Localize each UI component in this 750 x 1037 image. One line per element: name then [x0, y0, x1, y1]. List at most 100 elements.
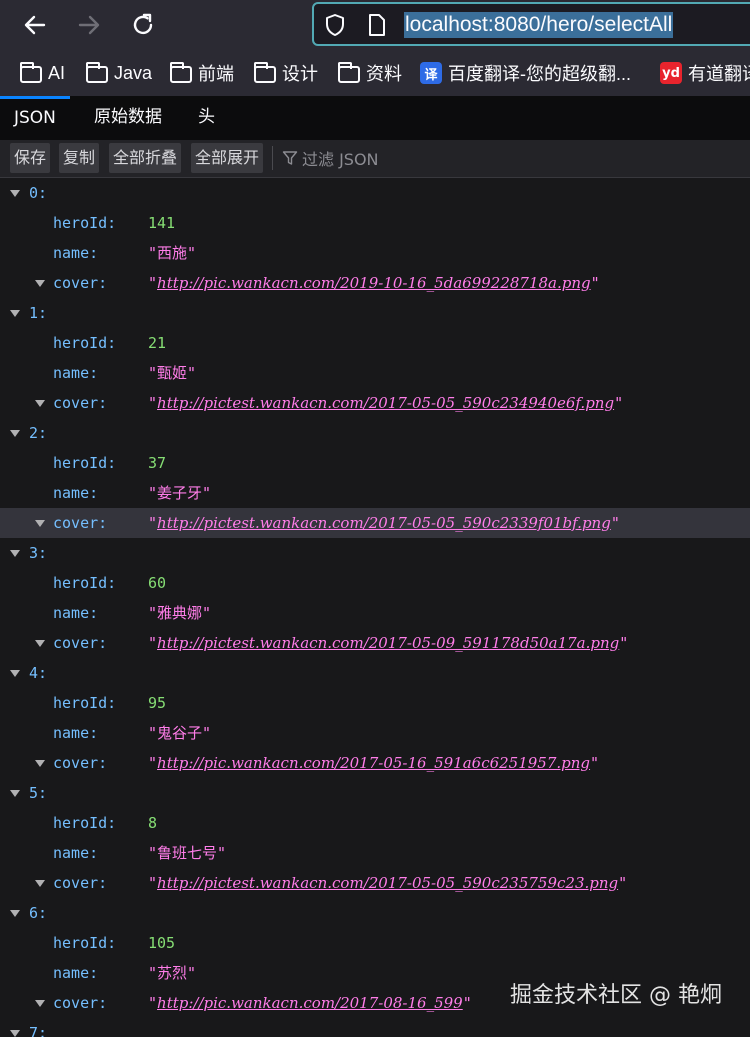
- json-property-row[interactable]: heroId: 141: [0, 208, 750, 238]
- json-array-item[interactable]: 4:: [0, 658, 750, 688]
- json-string-value: "姜子牙": [148, 484, 212, 502]
- json-key: heroId:: [53, 334, 117, 352]
- json-string-value: "http://pictest.wankacn.com/2017-05-05_5…: [148, 508, 620, 538]
- json-string-value: "http://pic.wankacn.com/2019-10-16_5da69…: [148, 268, 600, 298]
- json-array-item[interactable]: 3:: [0, 538, 750, 568]
- json-array-item[interactable]: 2:: [0, 418, 750, 448]
- json-string-value: "http://pictest.wankacn.com/2017-05-05_5…: [148, 868, 627, 898]
- cover-url-link[interactable]: http://pictest.wankacn.com/2017-05-09_59…: [157, 634, 619, 652]
- json-property-row[interactable]: name: "鬼谷子": [0, 718, 750, 748]
- quote: ": [148, 274, 158, 292]
- expand-toggle-icon[interactable]: [35, 280, 45, 287]
- save-button[interactable]: 保存: [10, 143, 51, 173]
- expand-toggle-icon[interactable]: [35, 640, 45, 647]
- bookmark-label: AI: [48, 62, 66, 83]
- bookmark-youdao[interactable]: yd 有道翻译: [660, 50, 750, 96]
- json-property-row[interactable]: heroId: 105: [0, 928, 750, 958]
- json-index: 0:: [29, 184, 48, 202]
- json-property-row[interactable]: name: "姜子牙": [0, 478, 750, 508]
- bookmark-ai[interactable]: AI: [20, 50, 65, 96]
- json-key: heroId:: [53, 454, 117, 472]
- baidu-translate-icon: 译: [420, 62, 442, 84]
- expand-toggle-icon[interactable]: [10, 910, 20, 917]
- json-string-value: "http://pictest.wankacn.com/2017-05-09_5…: [148, 628, 628, 658]
- bookmark-frontend[interactable]: 前端: [170, 50, 234, 96]
- expand-toggle-icon[interactable]: [10, 670, 20, 677]
- address-bar[interactable]: localhost:8080/hero/selectAll: [312, 2, 750, 46]
- json-key: cover:: [53, 394, 108, 412]
- json-key: name:: [53, 844, 99, 862]
- quote: ": [148, 874, 158, 892]
- viewer-tabbar: JSON 原始数据 头: [0, 96, 750, 140]
- json-property-row[interactable]: name: "鲁班七号": [0, 838, 750, 868]
- expand-toggle-icon[interactable]: [35, 400, 45, 407]
- youdao-icon: yd: [660, 62, 682, 84]
- expand-toggle-icon[interactable]: [10, 190, 20, 197]
- expand-toggle-icon[interactable]: [10, 310, 20, 317]
- json-property-row[interactable]: heroId: 37: [0, 448, 750, 478]
- bookmark-design[interactable]: 设计: [254, 50, 318, 96]
- json-string-value: "雅典娜": [148, 604, 212, 622]
- json-key: heroId:: [53, 934, 117, 952]
- json-array-item[interactable]: 5:: [0, 778, 750, 808]
- json-property-row[interactable]: heroId: 60: [0, 568, 750, 598]
- cover-url-link[interactable]: http://pictest.wankacn.com/2017-05-05_59…: [157, 874, 618, 892]
- quote: ": [462, 994, 472, 1012]
- expand-toggle-icon[interactable]: [10, 550, 20, 557]
- json-array-item[interactable]: 1:: [0, 298, 750, 328]
- json-property-row[interactable]: cover: "http://pictest.wankacn.com/2017-0…: [0, 868, 750, 898]
- bookmark-label: 有道翻译: [688, 64, 750, 84]
- json-key: name:: [53, 484, 99, 502]
- expand-toggle-icon[interactable]: [35, 760, 45, 767]
- json-property-row[interactable]: heroId: 21: [0, 328, 750, 358]
- json-property-row[interactable]: cover: "http://pic.wankacn.com/2017-05-16…: [0, 748, 750, 778]
- cover-url-link[interactable]: http://pictest.wankacn.com/2017-05-05_59…: [157, 394, 614, 412]
- cover-url-link[interactable]: http://pic.wankacn.com/2019-10-16_5da699…: [157, 274, 591, 292]
- tab-headers[interactable]: 头: [184, 96, 229, 140]
- json-property-row[interactable]: heroId: 8: [0, 808, 750, 838]
- json-array-item[interactable]: 7:: [0, 1018, 750, 1037]
- bookmark-java[interactable]: Java: [86, 50, 152, 96]
- cover-url-link[interactable]: http://pic.wankacn.com/2017-05-16_591a6c…: [157, 754, 590, 772]
- expand-toggle-icon[interactable]: [35, 520, 45, 527]
- page-icon[interactable]: [364, 12, 390, 38]
- expand-all-button[interactable]: 全部展开: [191, 143, 264, 173]
- url-text[interactable]: localhost:8080/hero/selectAll: [404, 12, 674, 38]
- json-property-row[interactable]: cover: "http://pictest.wankacn.com/2017-0…: [0, 508, 750, 538]
- json-property-row[interactable]: name: "西施": [0, 238, 750, 268]
- bookmark-baidu-translate[interactable]: 译 百度翻译-您的超级翻...: [420, 50, 631, 96]
- json-property-row[interactable]: heroId: 95: [0, 688, 750, 718]
- bookmark-label: 百度翻译-您的超级翻...: [448, 64, 631, 84]
- expand-toggle-icon[interactable]: [10, 1030, 20, 1037]
- bookmark-resources[interactable]: 资料: [338, 50, 402, 96]
- copy-button[interactable]: 复制: [59, 143, 100, 173]
- expand-toggle-icon[interactable]: [35, 880, 45, 887]
- json-property-row[interactable]: name: "雅典娜": [0, 598, 750, 628]
- expand-toggle-icon[interactable]: [10, 790, 20, 797]
- reload-icon: [133, 13, 153, 35]
- json-index: 2:: [29, 424, 48, 442]
- tab-raw-data[interactable]: 原始数据: [80, 96, 176, 140]
- json-key: name:: [53, 364, 99, 382]
- filter-json-input[interactable]: 过滤 JSON: [282, 143, 379, 173]
- cover-url-link[interactable]: http://pic.wankacn.com/2017-08-16_599: [157, 994, 463, 1012]
- shield-icon[interactable]: [322, 12, 348, 38]
- json-property-row[interactable]: cover: "http://pictest.wankacn.com/2017-0…: [0, 628, 750, 658]
- expand-toggle-icon[interactable]: [10, 430, 20, 437]
- toolbar-divider: [272, 146, 273, 170]
- json-property-row[interactable]: cover: "http://pictest.wankacn.com/2017-0…: [0, 388, 750, 418]
- expand-toggle-icon[interactable]: [35, 1000, 45, 1007]
- bookmark-label: 前端: [198, 64, 234, 84]
- json-property-row[interactable]: cover: "http://pic.wankacn.com/2019-10-16…: [0, 268, 750, 298]
- reload-button[interactable]: [126, 8, 160, 42]
- tab-json[interactable]: JSON: [0, 96, 70, 140]
- json-array-item[interactable]: 6:: [0, 898, 750, 928]
- collapse-all-button[interactable]: 全部折叠: [109, 143, 182, 173]
- back-button[interactable]: [18, 8, 52, 42]
- json-array-item[interactable]: 0:: [0, 178, 750, 208]
- json-key: name:: [53, 244, 99, 262]
- forward-button[interactable]: [72, 8, 106, 42]
- json-property-row[interactable]: name: "甄姬": [0, 358, 750, 388]
- cover-url-link[interactable]: http://pictest.wankacn.com/2017-05-05_59…: [157, 514, 611, 532]
- json-string-value: "甄姬": [148, 364, 197, 382]
